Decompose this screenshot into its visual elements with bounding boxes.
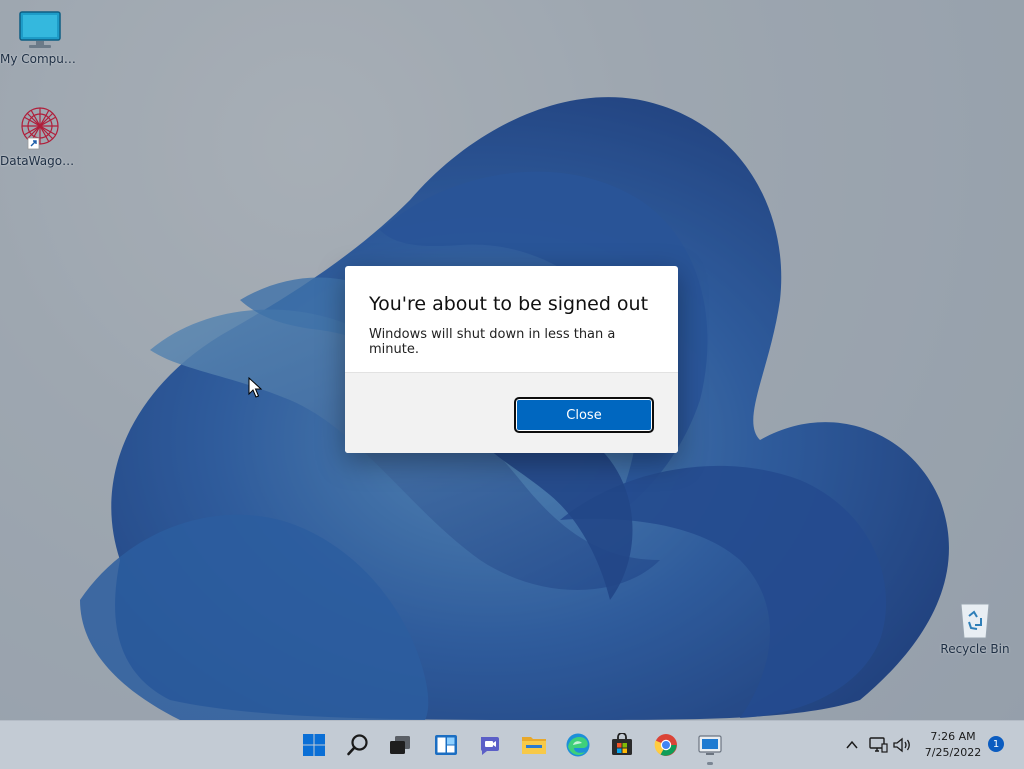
desktop-icon-label: Recycle Bin (940, 642, 1010, 656)
dialog-footer: Close (345, 372, 678, 453)
desktop-icon-recycle-bin[interactable]: Recycle Bin (935, 600, 1015, 656)
taskbar-task-view-button[interactable] (384, 729, 416, 761)
chrome-icon (654, 734, 677, 756)
clock-time: 7:26 AM (930, 730, 976, 743)
taskbar-edge-button[interactable] (562, 729, 594, 761)
monitor-icon (19, 11, 61, 48)
tray-clock[interactable]: 7:26 AM 7/25/2022 (920, 729, 986, 761)
teams-chat-icon (480, 737, 499, 755)
desktop-icon-my-computer[interactable]: My Computer (0, 10, 80, 66)
tray-volume-button[interactable] (886, 729, 918, 761)
widgets-icon (435, 735, 457, 755)
remote-desktop-icon (698, 735, 722, 755)
dialog-body: You're about to be signed out Windows wi… (345, 266, 678, 372)
desktop-icon-datawagon[interactable]: DataWagon... (0, 104, 80, 168)
close-button[interactable]: Close (514, 397, 654, 433)
notification-count-badge[interactable]: 1 (988, 736, 1004, 752)
taskbar-remote-desktop-button[interactable] (694, 729, 726, 765)
clock-date: 7/25/2022 (924, 746, 982, 759)
taskbar-file-explorer-button[interactable] (518, 729, 550, 761)
chevron-up-icon (846, 740, 858, 749)
taskbar-search-button[interactable] (342, 729, 374, 761)
mouse-cursor-icon (248, 377, 262, 398)
active-app-indicator (707, 762, 713, 765)
desktop-icon-label: DataWagon... (0, 154, 80, 168)
datawagon-shortcut-icon (21, 107, 59, 150)
dialog-title: You're about to be signed out (369, 293, 649, 315)
taskbar-start-button[interactable] (298, 729, 330, 761)
taskbar-widgets-button[interactable] (430, 729, 462, 761)
search-icon (347, 734, 368, 756)
desktop-icon-label: My Computer (0, 52, 80, 66)
recycle-bin-icon (960, 603, 990, 639)
taskbar-store-button[interactable] (606, 729, 638, 761)
taskbar-chat-button[interactable] (474, 729, 506, 761)
dialog-message: Windows will shut down in less than a mi… (369, 327, 616, 357)
store-icon (612, 733, 632, 755)
folder-icon (522, 737, 546, 754)
taskbar: 7:26 AM 7/25/2022 (0, 720, 1024, 769)
taskbar-chrome-button[interactable] (650, 729, 682, 761)
network-icon (869, 737, 888, 753)
speaker-icon (893, 737, 910, 753)
task-view-icon (390, 736, 410, 754)
windows-start-icon (303, 734, 325, 756)
edge-icon (566, 733, 590, 757)
sign-out-dialog: You're about to be signed out Windows wi… (345, 266, 678, 453)
